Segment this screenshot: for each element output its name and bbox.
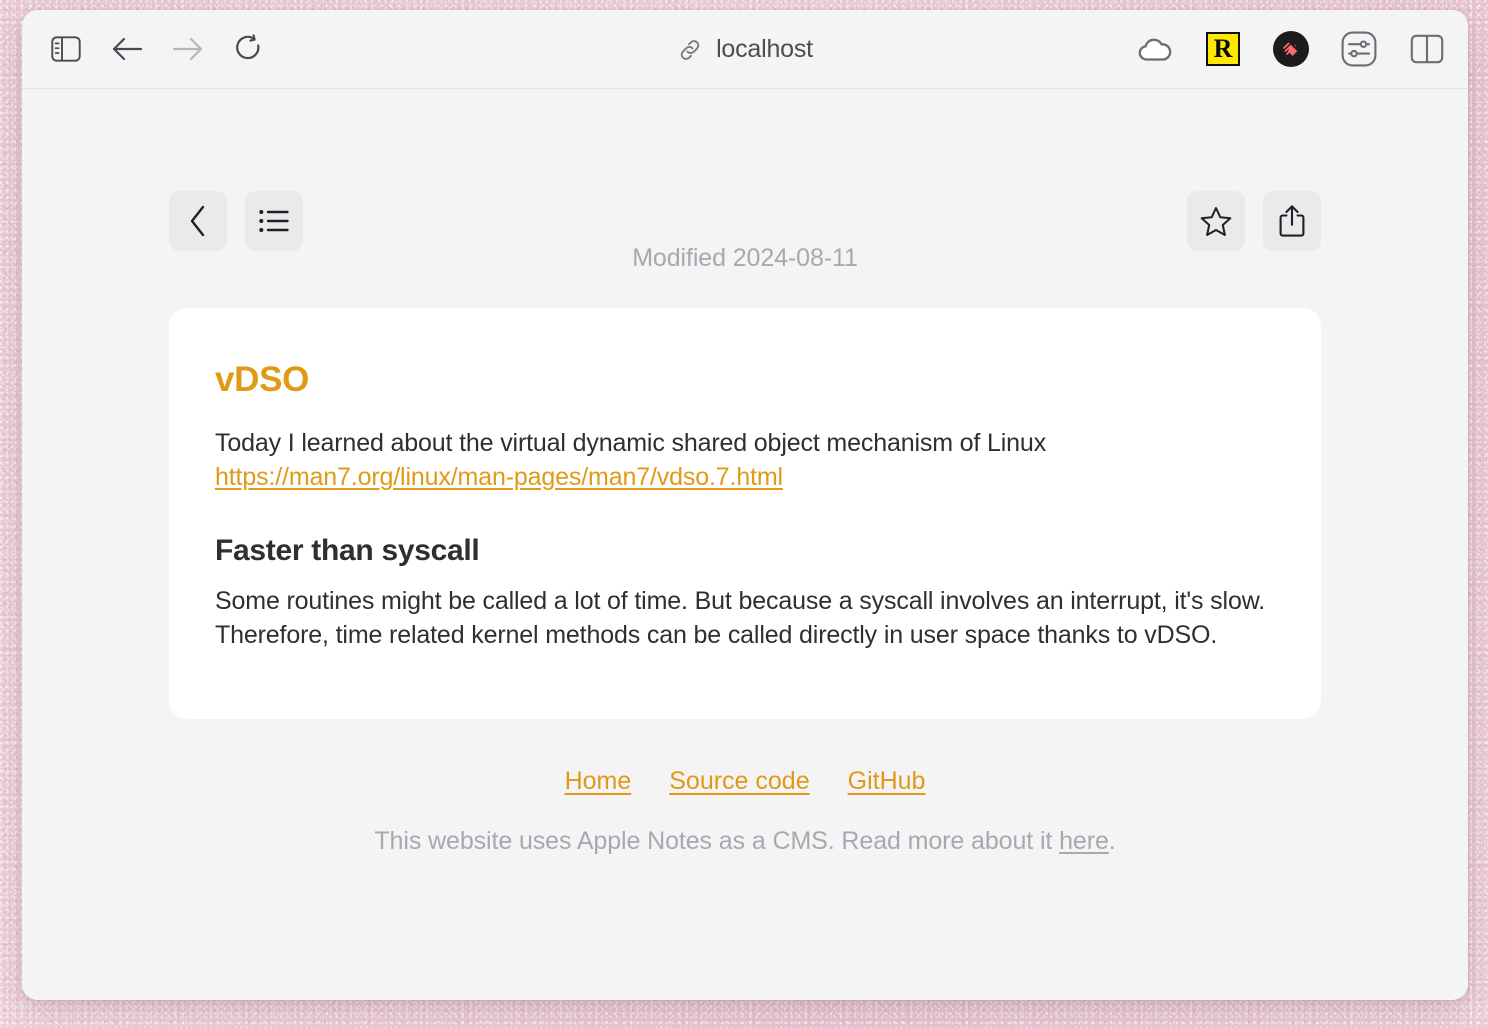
star-icon (1200, 206, 1232, 237)
address-text: localhost (716, 35, 813, 63)
browser-window: localhost R Modified 2024-08-11 vDSO Tod… (22, 10, 1468, 1000)
share-button[interactable] (1263, 191, 1321, 251)
arrow-left-icon (110, 35, 144, 63)
sidebar-toggle-button[interactable] (44, 27, 88, 71)
cloud-icon (1135, 34, 1175, 64)
back-button[interactable] (105, 27, 149, 71)
content-container: Modified 2024-08-11 vDSO Today I learned… (169, 89, 1321, 856)
chevron-left-icon (187, 204, 209, 238)
note-title: vDSO (215, 360, 310, 399)
split-view-icon (1410, 34, 1444, 64)
footer-note-suffix: . (1108, 827, 1116, 855)
note-actions-row (169, 190, 1321, 252)
raindrop-extension-button[interactable]: R (1202, 28, 1244, 70)
footer-note-prefix: This website uses Apple Notes as a CMS. … (374, 827, 1060, 855)
toolbar-left-group (44, 27, 271, 71)
r-badge-icon: R (1206, 32, 1240, 66)
footer-link-home[interactable]: Home (565, 767, 632, 796)
share-icon (1278, 204, 1306, 238)
split-view-button[interactable] (1406, 28, 1448, 70)
reload-button[interactable] (227, 27, 271, 71)
icloud-extension-button[interactable] (1134, 28, 1176, 70)
note-external-link[interactable]: https://man7.org/linux/man-pages/man7/vd… (215, 463, 783, 491)
note-back-button[interactable] (169, 191, 227, 251)
address-bar[interactable]: localhost (677, 35, 813, 64)
bulleted-list-icon (258, 207, 290, 235)
footer-link-github[interactable]: GitHub (848, 767, 926, 796)
sidebar-icon (51, 36, 81, 62)
footer-link-source-code[interactable]: Source code (669, 767, 809, 796)
footer-note-here-link[interactable]: here (1059, 827, 1109, 855)
all-notes-button[interactable] (245, 191, 303, 251)
page-content: Modified 2024-08-11 vDSO Today I learned… (22, 89, 1468, 1000)
footer-note: This website uses Apple Notes as a CMS. … (169, 827, 1321, 856)
favorite-button[interactable] (1187, 191, 1245, 251)
note-paragraph-1: Today I learned about the virtual dynami… (215, 426, 1275, 494)
note-paragraph-1-text: Today I learned about the virtual dynami… (215, 429, 1047, 457)
note-actions-right (1187, 191, 1321, 251)
reload-icon (235, 34, 263, 64)
settings-extension-button[interactable] (1338, 28, 1380, 70)
arrow-right-icon (171, 35, 205, 63)
adblock-extension-button[interactable] (1270, 28, 1312, 70)
browser-toolbar: localhost R (22, 10, 1468, 89)
link-icon (677, 37, 703, 63)
modified-date: Modified 2024-08-11 (632, 244, 858, 272)
note-paragraph-2: Some routines might be called a lot of t… (215, 587, 1266, 649)
footer-links: Home Source code GitHub (169, 767, 1321, 796)
dark-circle-icon (1273, 31, 1309, 67)
note-subheading: Faster than syscall (215, 534, 480, 567)
page-footer: Home Source code GitHub This website use… (169, 767, 1321, 856)
sliders-icon (1340, 30, 1378, 68)
toolbar-extensions-group: R (1134, 28, 1448, 70)
note-card: vDSO Today I learned about the virtual d… (169, 308, 1321, 719)
note-actions-left (169, 191, 303, 251)
forward-button[interactable] (166, 27, 210, 71)
